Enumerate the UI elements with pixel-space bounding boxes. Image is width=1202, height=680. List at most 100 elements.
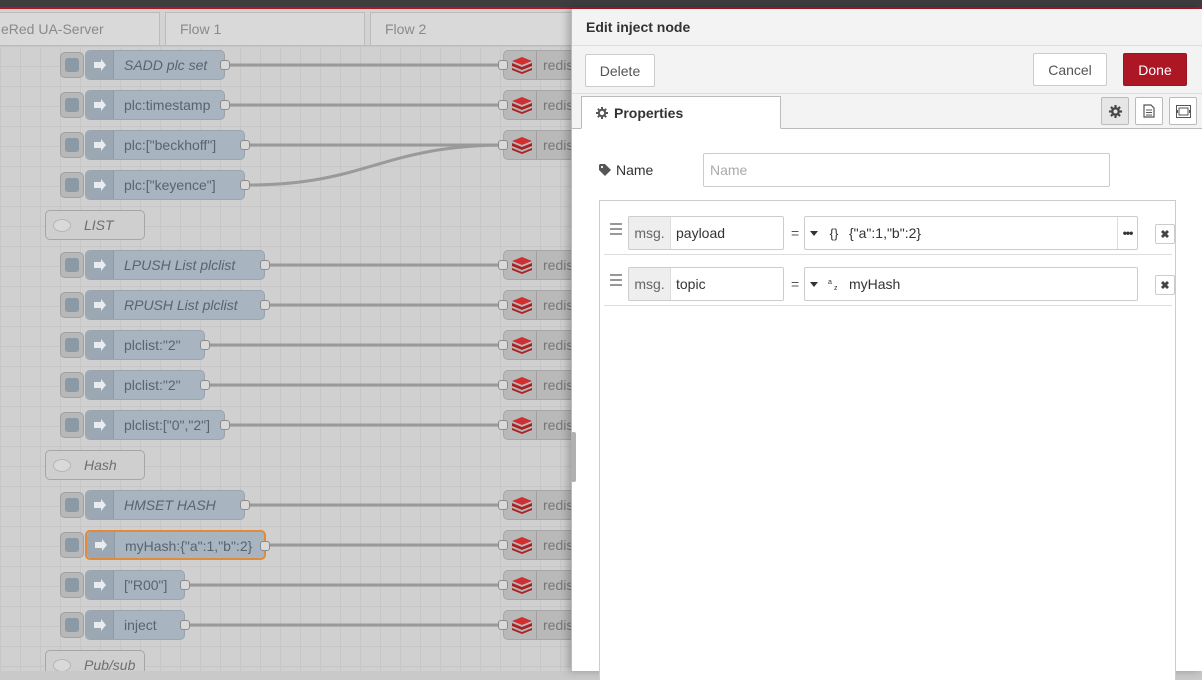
inject-trigger-button[interactable]	[60, 52, 84, 78]
redis-icon	[507, 91, 537, 119]
redis-node[interactable]: redis	[498, 290, 580, 320]
drag-handle-icon[interactable]	[610, 223, 622, 238]
output-port[interactable]	[180, 580, 190, 590]
comment-node[interactable]: Hash	[45, 450, 145, 480]
property-value-field[interactable]: {} {"a":1,"b":2} •••	[804, 216, 1138, 250]
inject-trigger-button[interactable]	[60, 332, 84, 358]
inject-node[interactable]: plclist:["0","2"]	[85, 410, 230, 440]
tab-properties[interactable]: Properties	[581, 96, 781, 129]
inject-trigger-button[interactable]	[60, 572, 84, 598]
inject-trigger-button[interactable]	[60, 372, 84, 398]
document-icon	[1143, 104, 1155, 118]
property-value-field[interactable]: az myHash	[804, 267, 1138, 301]
property-key-field[interactable]: msg. payload	[628, 216, 784, 250]
tray-resize-handle[interactable]	[571, 432, 576, 482]
inject-node[interactable]: SADD plc set	[85, 50, 230, 80]
inject-node[interactable]: ["R00"]	[85, 570, 190, 600]
remove-row-button[interactable]: ✖	[1155, 275, 1175, 295]
wire[interactable]	[245, 143, 509, 187]
comment-icon	[53, 459, 71, 472]
inject-node[interactable]: plclist:"2"	[85, 330, 210, 360]
output-port[interactable]	[220, 60, 230, 70]
description-tab-button[interactable]	[1135, 97, 1163, 125]
redis-node[interactable]: redis	[498, 570, 580, 600]
cancel-button[interactable]: Cancel	[1033, 53, 1107, 86]
trigger-icon	[65, 378, 79, 392]
redis-node[interactable]: redis	[498, 490, 580, 520]
node-label: plclist:"2"	[124, 337, 181, 353]
type-dropdown-icon[interactable]	[805, 281, 823, 287]
inject-trigger-button[interactable]	[60, 492, 84, 518]
redis-node[interactable]: redis	[498, 130, 580, 160]
inject-node[interactable]: plc:["beckhoff"]	[85, 130, 250, 160]
expand-editor-icon[interactable]: •••	[1117, 217, 1137, 249]
redis-node[interactable]: redis	[498, 90, 580, 120]
settings-tab-button[interactable]	[1101, 97, 1129, 125]
tray-title: Edit inject node	[586, 19, 691, 35]
redis-icon	[507, 251, 537, 279]
inject-node[interactable]: RPUSH List plclist	[85, 290, 270, 320]
property-key-field[interactable]: msg. topic	[628, 267, 784, 301]
output-port[interactable]	[240, 500, 250, 510]
arrow-icon	[86, 571, 114, 599]
appearance-tab-button[interactable]	[1169, 97, 1197, 125]
redis-node[interactable]: redis	[498, 370, 580, 400]
node-label: HMSET HASH	[124, 497, 216, 513]
inject-trigger-button[interactable]	[60, 172, 84, 198]
trigger-icon	[65, 178, 79, 192]
flow-workspace[interactable]: SADD plc set plc:timestamp plc:["beckhof…	[0, 46, 580, 671]
output-port[interactable]	[180, 620, 190, 630]
redis-node[interactable]: redis	[498, 250, 580, 280]
inject-trigger-button[interactable]	[60, 292, 84, 318]
inject-node[interactable]: plc:timestamp	[85, 90, 230, 120]
inject-trigger-button[interactable]	[60, 92, 84, 118]
svg-text:z: z	[834, 285, 838, 291]
inject-trigger-button[interactable]	[60, 132, 84, 158]
output-port[interactable]	[240, 180, 250, 190]
redis-label: redis	[543, 297, 574, 313]
redis-node[interactable]: redis	[498, 410, 580, 440]
comment-node[interactable]: LIST	[45, 210, 145, 240]
type-dropdown-icon[interactable]	[805, 230, 823, 236]
msg-prefix: msg.	[629, 217, 671, 249]
delete-button[interactable]: Delete	[585, 54, 655, 87]
output-port[interactable]	[220, 420, 230, 430]
output-port[interactable]	[260, 260, 270, 270]
inject-node[interactable]: plc:["keyence"]	[85, 170, 250, 200]
trigger-icon	[65, 138, 79, 152]
inject-node-selected[interactable]: myHash:{"a":1,"b":2}	[85, 530, 270, 560]
comment-node[interactable]: Pub/sub	[45, 650, 145, 671]
output-port[interactable]	[200, 380, 210, 390]
drag-handle-icon[interactable]	[610, 274, 622, 289]
arrow-icon	[86, 131, 114, 159]
tab-flow-2[interactable]: Flow 2	[370, 12, 580, 45]
output-port[interactable]	[260, 300, 270, 310]
redis-node[interactable]: redis	[498, 330, 580, 360]
output-port[interactable]	[260, 541, 270, 551]
tab-flow-1[interactable]: Flow 1	[165, 12, 365, 45]
redis-node[interactable]: redis	[498, 530, 580, 560]
output-port[interactable]	[240, 140, 250, 150]
output-port[interactable]	[200, 340, 210, 350]
equals-sign: =	[791, 225, 800, 241]
redis-label: redis	[543, 537, 574, 553]
inject-trigger-button[interactable]	[60, 532, 84, 558]
comment-label: Pub/sub	[84, 657, 136, 671]
inject-node[interactable]: inject	[85, 610, 190, 640]
inject-node[interactable]: HMSET HASH	[85, 490, 250, 520]
redis-node[interactable]: redis	[498, 610, 580, 640]
inject-trigger-button[interactable]	[60, 252, 84, 278]
tag-icon	[599, 164, 611, 176]
tab-ua-server[interactable]: eRed UA-Server	[0, 12, 160, 45]
inject-trigger-button[interactable]	[60, 612, 84, 638]
name-input[interactable]	[703, 153, 1110, 187]
output-port[interactable]	[220, 100, 230, 110]
equals-sign: =	[791, 276, 800, 292]
inject-trigger-button[interactable]	[60, 412, 84, 438]
remove-row-button[interactable]: ✖	[1155, 224, 1175, 244]
inject-node[interactable]: plclist:"2"	[85, 370, 210, 400]
inject-node[interactable]: LPUSH List plclist	[85, 250, 270, 280]
done-button[interactable]: Done	[1123, 53, 1187, 86]
redis-node[interactable]: redis	[498, 50, 580, 80]
node-label: ["R00"]	[124, 577, 168, 593]
